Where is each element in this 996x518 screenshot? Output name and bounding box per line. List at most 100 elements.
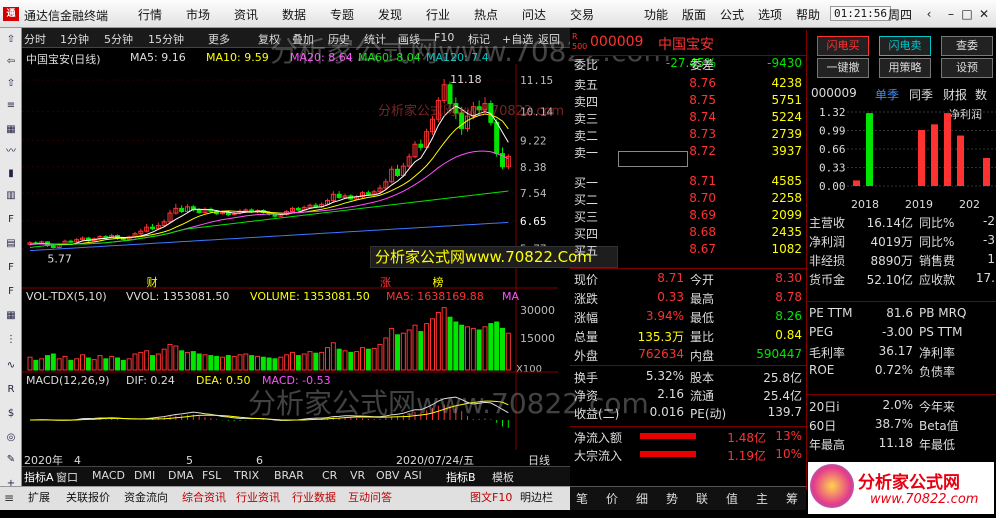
menu-info[interactable]: 资讯 (234, 6, 258, 23)
tb-timeshare[interactable]: 分时 (24, 31, 46, 47)
up-arrow-icon[interactable]: ⇧ (3, 32, 19, 48)
dollar-icon[interactable]: $ (3, 406, 19, 422)
bid-label: 买二 (574, 193, 599, 207)
bottom-tab[interactable]: 行业资讯 (236, 489, 280, 505)
fin-row: 净利润 4019万 同比% -3 (807, 233, 996, 252)
menu-formula[interactable]: 公式 (720, 6, 744, 23)
fiz-icon[interactable]: F (3, 284, 19, 300)
menu-market[interactable]: 市场 (186, 6, 210, 23)
bottom-tab[interactable]: 互动问答 (348, 489, 392, 505)
flow-pct: 13% (775, 429, 802, 443)
side-tab-5[interactable]: 值 (726, 490, 738, 507)
tb-more[interactable]: 更多 (208, 31, 230, 47)
bottom-tab[interactable]: 明边栏 (520, 489, 553, 505)
flash-buy-button[interactable]: 闪电买 (817, 36, 869, 56)
close-icon[interactable]: ✕ (975, 5, 993, 23)
side-tab-4[interactable]: 联 (696, 490, 708, 507)
indicator-tab[interactable]: CR (322, 469, 337, 482)
menu-function[interactable]: 功能 (644, 6, 668, 23)
menu-quotes[interactable]: 行情 (138, 6, 162, 23)
fin-row: 货币金 52.10亿 应收款 17. (807, 271, 996, 290)
stats-icon[interactable]: ▦ (3, 308, 19, 324)
pen-icon[interactable]: ✎ (3, 452, 19, 468)
menu-wenda[interactable]: 问达 (522, 6, 546, 23)
fin-icon[interactable]: F (3, 260, 19, 276)
menu-topics[interactable]: 专题 (330, 6, 354, 23)
side-tab-3[interactable]: 势 (666, 490, 678, 507)
macd-header-label: DIF: 0.24 (126, 374, 175, 387)
bar-chart-icon[interactable]: ▥ (3, 188, 19, 204)
strategy-button[interactable]: 用策略 (879, 58, 931, 78)
tb-5min[interactable]: 5分钟 (104, 31, 133, 47)
line-icon[interactable]: ∿ (3, 358, 19, 374)
quote-row: 总量 135.3万 量比 0.84 (570, 328, 806, 345)
fin-value: 0.72% (874, 363, 913, 377)
ad-banner[interactable]: 分析家公式网 www.70822.com (808, 462, 994, 514)
tb-15min[interactable]: 15分钟 (148, 31, 184, 47)
indicator-tab[interactable]: MACD (92, 469, 125, 482)
indicator-tab[interactable]: BRAR (274, 469, 304, 482)
menu-hot[interactable]: 热点 (474, 6, 498, 23)
side-tab-6[interactable]: 主 (756, 490, 768, 507)
line-chart-icon[interactable]: 〰 (3, 144, 19, 160)
menu-industry[interactable]: 行业 (426, 6, 450, 23)
menu-trade[interactable]: 交易 (570, 6, 594, 23)
bottom-tab[interactable]: 扩展 (28, 489, 50, 505)
side-tab-2[interactable]: 细 (636, 490, 648, 507)
volume-bar (307, 351, 313, 371)
query-button[interactable]: 查委 (941, 36, 993, 56)
volume-bar (319, 351, 325, 371)
volume-bar (330, 342, 336, 371)
up-icon[interactable]: ⇧ (3, 76, 19, 92)
rsi-icon[interactable]: R (3, 382, 19, 398)
indicator-tab[interactable]: TRIX (234, 469, 259, 482)
menu-options[interactable]: 选项 (758, 6, 782, 23)
fin-tab-data[interactable]: 数 (975, 86, 987, 103)
indicator-tab[interactable]: DMA (168, 469, 194, 482)
left-arrow-icon[interactable]: ⇦ (3, 54, 19, 70)
indicator-tab[interactable]: OBV (376, 469, 399, 482)
indicator-tab[interactable]: DMI (134, 469, 155, 482)
flash-sell-button[interactable]: 闪电卖 (879, 36, 931, 56)
indicator-tab[interactable]: FSL (202, 469, 221, 482)
side-tab-0[interactable]: 笔 (576, 490, 588, 507)
grid-icon[interactable]: ▦ (3, 122, 19, 138)
bottom-tab[interactable]: 资金流向 (124, 489, 168, 505)
more-icon[interactable]: ⋮ (3, 332, 19, 348)
fin-label: 年最高 (809, 438, 846, 452)
f10-icon[interactable]: F (3, 212, 19, 228)
tb-1min[interactable]: 1分钟 (60, 31, 89, 47)
menu-layout[interactable]: 版面 (682, 6, 706, 23)
fin-tab-quarter[interactable]: 单季 (875, 86, 899, 103)
preset-button[interactable]: 设预 (941, 58, 993, 78)
indicator-tab[interactable]: ASI (404, 469, 422, 482)
indicator-tab[interactable]: 窗口 (56, 469, 78, 485)
bid-volume: 2099 (771, 208, 802, 222)
quote-row: 换手 5.32% 股本 25.8亿 (570, 369, 806, 386)
bottom-tab[interactable]: 综合资讯 (182, 489, 226, 505)
table-icon[interactable]: ▤ (3, 236, 19, 252)
indicator-tab[interactable]: 指标A (24, 469, 54, 485)
menu-help[interactable]: 帮助 (796, 6, 820, 23)
bottom-tab[interactable]: 图文F10 (470, 489, 512, 505)
back-icon[interactable]: ‹ (920, 5, 938, 23)
indicator-tab[interactable]: VR (350, 469, 365, 482)
fin-label2: 净利率 (919, 346, 956, 360)
bottom-tab[interactable]: 行业数据 (292, 489, 336, 505)
bottom-tab[interactable]: 关联报价 (66, 489, 110, 505)
indicator-tab[interactable]: 指标B (446, 469, 476, 485)
side-tab-1[interactable]: 价 (606, 490, 618, 507)
maximize-icon[interactable]: □ (958, 5, 976, 23)
candle-icon[interactable]: ▮ (3, 166, 19, 182)
list-icon[interactable]: ≡ (3, 98, 19, 114)
volume-bar (476, 329, 482, 371)
menu-data[interactable]: 数据 (282, 6, 306, 23)
menu-discover[interactable]: 发现 (378, 6, 402, 23)
fin-label2: 年最低 (919, 438, 956, 452)
globe-icon[interactable]: ◎ (3, 430, 19, 446)
indicator-tab[interactable]: 模板 (492, 469, 514, 485)
side-tab-7[interactable]: 筹 (786, 490, 798, 507)
fin-tab-yoy[interactable]: 同季 (909, 86, 933, 103)
cancel-all-button[interactable]: 一键撤 (817, 58, 869, 78)
fin-tab-report[interactable]: 财报 (943, 86, 967, 103)
